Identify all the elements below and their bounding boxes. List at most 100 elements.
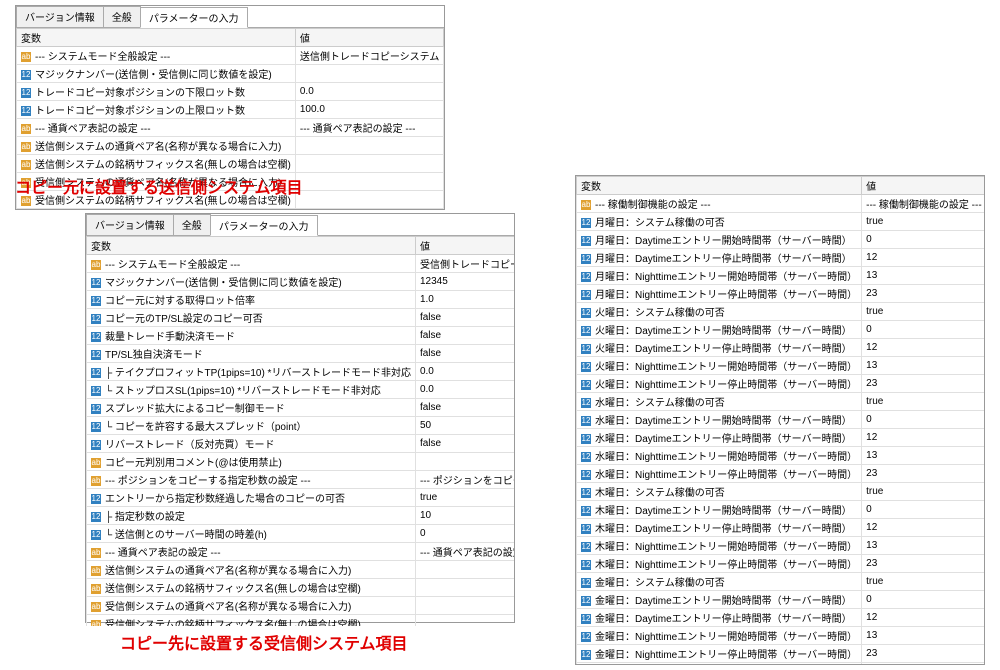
param-value[interactable]: --- ポジションをコピーする指定秒数の設定 ---: [415, 471, 514, 489]
table-row[interactable]: 12マジックナンバー(送信側・受信側に同じ数値を設定): [17, 65, 444, 83]
table-row[interactable]: 12├ 指定秒数の設定10: [87, 507, 515, 525]
param-value[interactable]: true: [862, 393, 984, 411]
table-row[interactable]: 12トレードコピー対象ポジションの下限ロット数0.0: [17, 83, 444, 101]
param-value[interactable]: --- 通貨ペア表記の設定 ---: [295, 119, 444, 137]
table-row[interactable]: 12火曜日：Daytimeエントリー開始時間帯（サーバー時間）0: [577, 321, 985, 339]
table-row[interactable]: 12月曜日：システム稼働の可否true: [577, 213, 985, 231]
table-row[interactable]: 12金曜日：システム稼働の可否true: [577, 573, 985, 591]
table-row[interactable]: 12火曜日：Nighttimeエントリー開始時間帯（サーバー時間）13: [577, 357, 985, 375]
table-row[interactable]: 12木曜日：Daytimeエントリー停止時間帯（サーバー時間）12: [577, 519, 985, 537]
table-row[interactable]: 12月曜日：Nighttimeエントリー停止時間帯（サーバー時間）23: [577, 285, 985, 303]
param-value[interactable]: 1.0: [415, 291, 514, 309]
table-row[interactable]: 12└ コピーを許容する最大スプレッド（point）50: [87, 417, 515, 435]
table-row[interactable]: 12木曜日：Nighttimeエントリー停止時間帯（サーバー時間）23: [577, 555, 985, 573]
table-row[interactable]: 12水曜日：Daytimeエントリー停止時間帯（サーバー時間）12: [577, 429, 985, 447]
table-row[interactable]: 12火曜日：Daytimeエントリー停止時間帯（サーバー時間）12: [577, 339, 985, 357]
table-row[interactable]: 12スプレッド拡大によるコピー制御モードfalse: [87, 399, 515, 417]
tab-parameters[interactable]: パラメーターの入力: [140, 7, 248, 28]
tab-general[interactable]: 全般: [173, 214, 211, 235]
table-row[interactable]: ab受信側システムの通貨ペア名(名称が異なる場合に入力): [87, 597, 515, 615]
table-row[interactable]: ab--- 稼働制御機能の設定 ------ 稼働制御機能の設定 ---: [577, 195, 985, 213]
table-row[interactable]: 12├ テイクプロフィットTP(1pips=10) *リバーストレードモード非対…: [87, 363, 515, 381]
table-row[interactable]: 12木曜日：Daytimeエントリー開始時間帯（サーバー時間）0: [577, 501, 985, 519]
param-value[interactable]: 12: [862, 429, 984, 447]
param-value[interactable]: 12: [862, 519, 984, 537]
param-value[interactable]: 0: [862, 411, 984, 429]
param-value[interactable]: 13: [862, 447, 984, 465]
param-value[interactable]: false: [415, 309, 514, 327]
table-row[interactable]: 12金曜日：Daytimeエントリー停止時間帯（サーバー時間）12: [577, 609, 985, 627]
param-value[interactable]: 23: [862, 465, 984, 483]
table-row[interactable]: ab送信側システムの銘柄サフィックス名(無しの場合は空欄): [87, 579, 515, 597]
param-value[interactable]: 12: [862, 609, 984, 627]
tab-version[interactable]: バージョン情報: [16, 6, 104, 27]
tab-general[interactable]: 全般: [103, 6, 141, 27]
table-row[interactable]: 12火曜日：Nighttimeエントリー停止時間帯（サーバー時間）23: [577, 375, 985, 393]
table-row[interactable]: ab送信側システムの銘柄サフィックス名(無しの場合は空欄): [17, 155, 444, 173]
param-value[interactable]: 23: [862, 375, 984, 393]
param-value[interactable]: 12: [862, 339, 984, 357]
param-value[interactable]: 12: [862, 249, 984, 267]
param-value[interactable]: 0: [862, 321, 984, 339]
param-value[interactable]: 0.0: [415, 363, 514, 381]
table-row[interactable]: 12月曜日：Daytimeエントリー開始時間帯（サーバー時間）0: [577, 231, 985, 249]
table-row[interactable]: 12火曜日：システム稼働の可否true: [577, 303, 985, 321]
param-value[interactable]: false: [415, 399, 514, 417]
table-row[interactable]: 12コピー元のTP/SL設定のコピー可否false: [87, 309, 515, 327]
table-row[interactable]: 12裁量トレード手動決済モードfalse: [87, 327, 515, 345]
param-value[interactable]: 100.0: [295, 101, 444, 119]
param-value[interactable]: 受信側トレードコピーシステム: [415, 255, 514, 273]
table-row[interactable]: 12コピー元に対する取得ロット倍率1.0: [87, 291, 515, 309]
table-row[interactable]: 12水曜日：Nighttimeエントリー開始時間帯（サーバー時間）13: [577, 447, 985, 465]
param-value[interactable]: 0: [862, 231, 984, 249]
schedule-scroll[interactable]: 変数値 ab--- 稼働制御機能の設定 ------ 稼働制御機能の設定 ---…: [576, 176, 984, 664]
table-row[interactable]: 12金曜日：Daytimeエントリー開始時間帯（サーバー時間）0: [577, 591, 985, 609]
param-value[interactable]: true: [862, 303, 984, 321]
param-value[interactable]: false: [415, 345, 514, 363]
param-value[interactable]: 50: [415, 417, 514, 435]
table-row[interactable]: 12リバーストレード（反対売買）モードfalse: [87, 435, 515, 453]
param-value[interactable]: true: [862, 663, 984, 665]
table-row[interactable]: 12水曜日：Nighttimeエントリー停止時間帯（サーバー時間）23: [577, 465, 985, 483]
param-value[interactable]: 0: [415, 525, 514, 543]
param-value[interactable]: [295, 191, 444, 209]
table-row[interactable]: 12木曜日：システム稼働の可否true: [577, 483, 985, 501]
table-row[interactable]: 12木曜日：Nighttimeエントリー開始時間帯（サーバー時間）13: [577, 537, 985, 555]
table-row[interactable]: ab--- システムモード全般設定 ---受信側トレードコピーシステム: [87, 255, 515, 273]
param-value[interactable]: 0: [862, 591, 984, 609]
param-value[interactable]: [295, 65, 444, 83]
param-value[interactable]: --- 稼働制御機能の設定 ---: [862, 195, 984, 213]
param-value[interactable]: [295, 137, 444, 155]
param-value[interactable]: 13: [862, 537, 984, 555]
param-value[interactable]: 送信側トレードコピーシステム: [295, 47, 444, 65]
tab-parameters[interactable]: パラメーターの入力: [210, 215, 318, 236]
param-value[interactable]: true: [862, 573, 984, 591]
table-row[interactable]: 12トレードコピー対象ポジションの上限ロット数100.0: [17, 101, 444, 119]
table-row[interactable]: 12月曜日：Nighttimeエントリー開始時間帯（サーバー時間）13: [577, 267, 985, 285]
table-row[interactable]: 12└ ストップロスSL(1pips=10) *リバーストレードモード非対応0.…: [87, 381, 515, 399]
param-value[interactable]: 23: [862, 645, 984, 663]
tab-version[interactable]: バージョン情報: [86, 214, 174, 235]
param-value[interactable]: [415, 579, 514, 597]
table-row[interactable]: 12水曜日：Daytimeエントリー開始時間帯（サーバー時間）0: [577, 411, 985, 429]
param-value[interactable]: 13: [862, 627, 984, 645]
param-value[interactable]: 0.0: [295, 83, 444, 101]
param-value[interactable]: true: [862, 213, 984, 231]
param-value[interactable]: false: [415, 435, 514, 453]
param-value[interactable]: false: [415, 327, 514, 345]
table-row[interactable]: ab--- システムモード全般設定 ---送信側トレードコピーシステム: [17, 47, 444, 65]
table-row[interactable]: ab受信側システムの銘柄サフィックス名(無しの場合は空欄): [87, 615, 515, 627]
table-row[interactable]: 12水曜日：システム稼働の可否true: [577, 393, 985, 411]
table-row[interactable]: 12TP/SL独自決済モードfalse: [87, 345, 515, 363]
table-row[interactable]: ab--- ポジションをコピーする指定秒数の設定 ------ ポジションをコピ…: [87, 471, 515, 489]
table-row[interactable]: abコピー元判別用コメント(@は使用禁止): [87, 453, 515, 471]
param-value[interactable]: 12345: [415, 273, 514, 291]
table-row[interactable]: ab送信側システムの通貨ペア名(名称が異なる場合に入力): [87, 561, 515, 579]
param-value[interactable]: --- 通貨ペア表記の設定 ---: [415, 543, 514, 561]
param-value[interactable]: 0.0: [415, 381, 514, 399]
param-value[interactable]: [415, 597, 514, 615]
param-value[interactable]: [415, 615, 514, 627]
param-value[interactable]: true: [862, 483, 984, 501]
param-value[interactable]: 23: [862, 285, 984, 303]
table-row[interactable]: ab--- 通貨ペア表記の設定 ------ 通貨ペア表記の設定 ---: [17, 119, 444, 137]
